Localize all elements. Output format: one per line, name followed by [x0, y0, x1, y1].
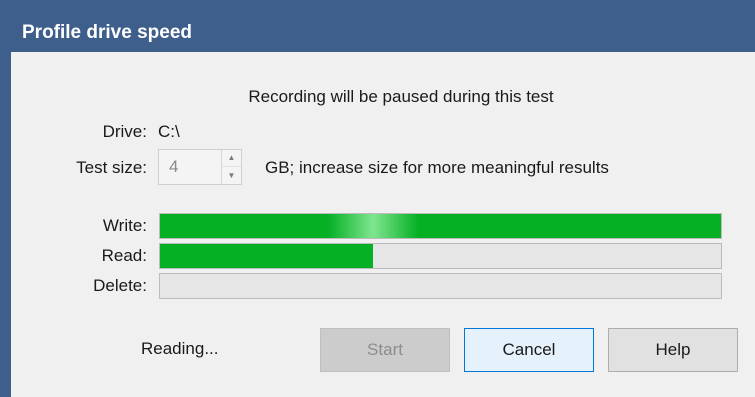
cancel-button[interactable]: Cancel	[464, 328, 594, 372]
drive-label: Drive:	[102, 122, 147, 141]
read-progress-fill	[160, 244, 374, 268]
write-progress-fill	[160, 214, 721, 238]
title-bar[interactable]: Profile drive speed	[0, 0, 755, 52]
start-button[interactable]: Start	[320, 328, 450, 372]
read-progress-bar	[159, 243, 722, 269]
test-size-label: Test size:	[76, 158, 147, 177]
drive-value: C:\	[158, 122, 180, 141]
test-size-spinner[interactable]: ▲ ▼	[158, 149, 242, 185]
test-size-input[interactable]	[159, 150, 219, 184]
chevron-down-icon[interactable]: ▼	[222, 167, 241, 184]
dialog-body: Recording will be paused during this tes…	[11, 52, 755, 397]
delete-label: Delete:	[93, 276, 147, 295]
delete-progress-bar	[159, 273, 722, 299]
read-label: Read:	[101, 246, 147, 265]
pause-notice: Recording will be paused during this tes…	[248, 87, 554, 106]
status-text: Reading...	[141, 339, 219, 358]
write-label: Write:	[102, 216, 147, 235]
chevron-up-icon[interactable]: ▲	[222, 150, 241, 167]
spinner-buttons: ▲ ▼	[221, 150, 241, 184]
dialog-window: Profile drive speed Recording will be pa…	[0, 0, 755, 397]
write-progress-bar	[159, 213, 722, 239]
window-title: Profile drive speed	[22, 22, 193, 43]
test-size-hint: GB; increase size for more meaningful re…	[265, 158, 609, 177]
help-button[interactable]: Help	[608, 328, 738, 372]
